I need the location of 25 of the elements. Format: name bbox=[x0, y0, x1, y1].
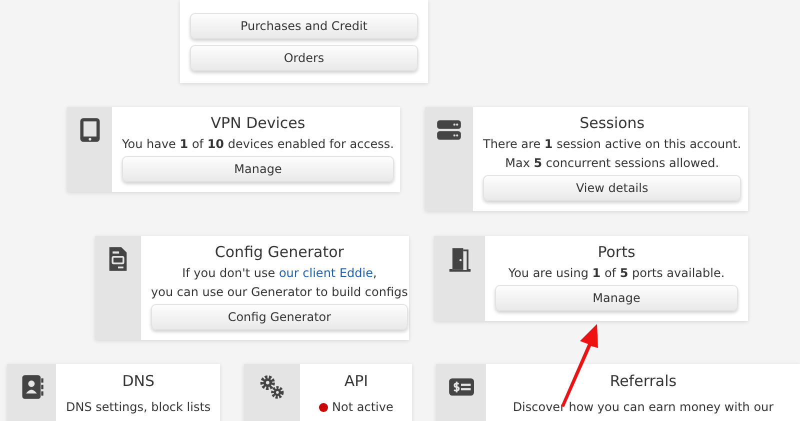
link[interactable]: our client Eddie bbox=[278, 266, 373, 280]
card-title: Ports bbox=[598, 242, 636, 263]
description-text: If you don't use our client Eddie, bbox=[182, 265, 377, 282]
status-text: Not active bbox=[332, 399, 394, 416]
card-title: Sessions bbox=[580, 113, 645, 134]
description-text: DNS settings, block lists bbox=[66, 399, 211, 416]
description-text: There are 1 session active on this account. bbox=[483, 136, 742, 153]
action-button[interactable]: Config Generator bbox=[151, 304, 408, 330]
action-button[interactable]: View details bbox=[483, 175, 742, 201]
card-title: API bbox=[344, 371, 368, 392]
card-title: Config Generator bbox=[214, 242, 344, 263]
action-button[interactable]: Manage bbox=[495, 285, 738, 311]
description-text: You are using 1 of 5 ports available. bbox=[508, 265, 725, 282]
card-title: Referrals bbox=[610, 371, 677, 392]
description-text: Discover how you can earn money with our bbox=[512, 399, 774, 416]
action-button[interactable]: Purchases and Credit bbox=[190, 13, 418, 39]
description-text: You have 1 of 10 devices enabled for access. bbox=[122, 136, 394, 153]
action-button[interactable]: Manage bbox=[122, 156, 394, 182]
action-button[interactable]: Orders bbox=[190, 45, 418, 71]
card-title: DNS bbox=[122, 371, 154, 392]
description-text: Max 5 concurrent sessions allowed. bbox=[505, 155, 720, 172]
card-title: VPN Devices bbox=[210, 113, 306, 134]
gears-icon bbox=[259, 374, 285, 400]
door-icon bbox=[446, 246, 472, 272]
description-text: you can use our Generator to build configs bbox=[151, 284, 408, 301]
